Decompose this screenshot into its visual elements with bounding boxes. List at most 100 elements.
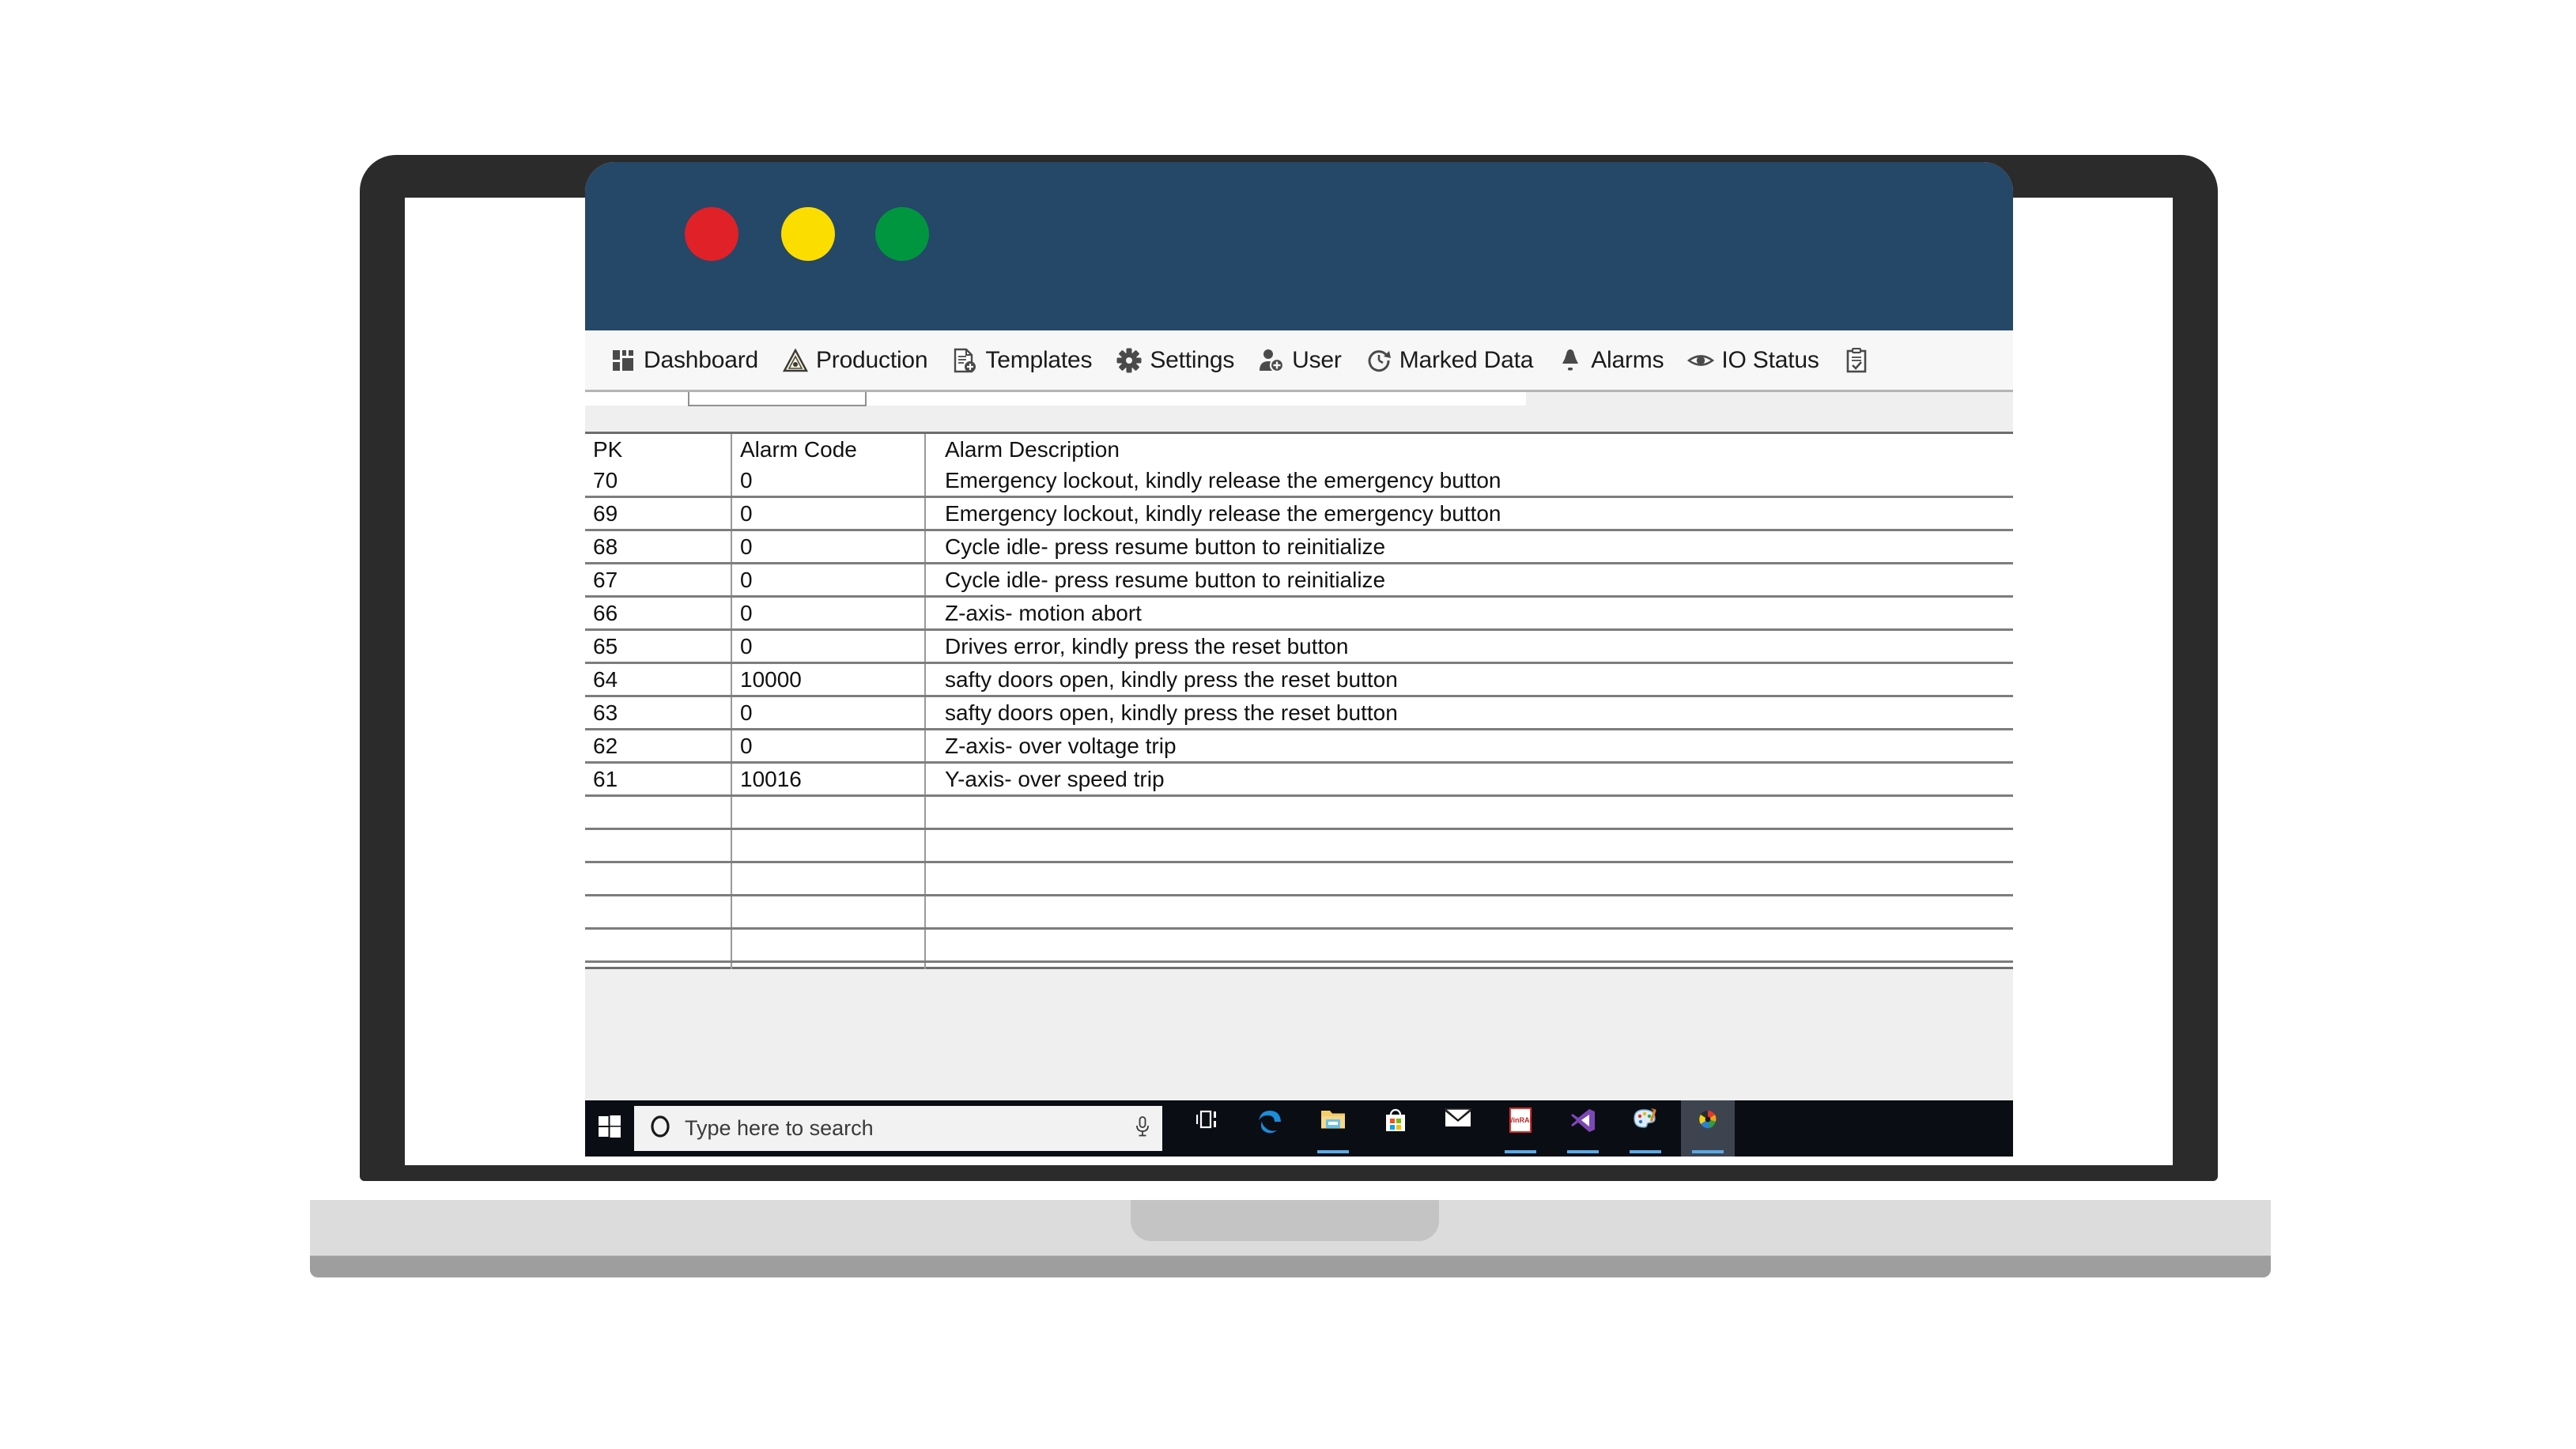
table-row[interactable]: 66 0 Z-axis- motion abort [585, 596, 2013, 631]
cell-empty [925, 895, 2013, 930]
table-row-empty[interactable] [585, 862, 2013, 896]
cell-pk: 67 [585, 563, 732, 598]
table-row[interactable]: 67 0 Cycle idle- press resume button to re… [585, 563, 2013, 598]
cell-code: 0 [731, 729, 926, 764]
cell-empty [731, 795, 926, 830]
cell-empty [585, 928, 732, 963]
cell-desc: Cycle idle- press resume button to reini… [925, 530, 2013, 564]
cell-empty [585, 795, 732, 830]
toolbar-item-label: Settings [1150, 346, 1235, 373]
cell-code: 0 [731, 530, 926, 564]
task-view-icon[interactable] [1185, 1100, 1230, 1157]
marking-software-icon[interactable] [1681, 1100, 1735, 1157]
toolbar-item-templates[interactable]: Templates [939, 330, 1104, 390]
cell-empty [731, 928, 926, 963]
document-add-icon [951, 347, 978, 374]
cell-desc: safty doors open, kindly press the reset… [925, 696, 2013, 730]
clipboard-check-icon [1843, 347, 1870, 374]
toolbar-item-label: User [1292, 346, 1342, 373]
cell-empty [925, 928, 2013, 963]
dashboard-tiles-icon [610, 347, 636, 374]
cell-code: 10000 [731, 662, 926, 697]
cortana-circle-icon [648, 1115, 672, 1142]
toolbar-item-label: IO Status [1721, 346, 1819, 373]
windows-logo-icon [598, 1115, 621, 1142]
cell-code: 10016 [731, 762, 926, 797]
close-button[interactable] [685, 207, 738, 261]
table-row[interactable]: 65 0 Drives error, kindly press the reset … [585, 629, 2013, 664]
footer-panel [585, 969, 2013, 1100]
cell-desc: Y-axis- over speed trip [925, 762, 2013, 797]
paint-icon[interactable] [1622, 1100, 1668, 1157]
window-titlebar [585, 162, 2013, 330]
table-row[interactable]: 69 0 Emergency lockout, kindly release the… [585, 496, 2013, 531]
toolbar-item-dashboard[interactable]: Dashboard [598, 330, 770, 390]
toolbar-item-user[interactable]: User [1246, 330, 1354, 390]
table-row[interactable]: 64 10000 safty doors open, kindly press th… [585, 662, 2013, 697]
cell-code: 0 [731, 496, 926, 531]
toolbar-item-label: Production [815, 346, 928, 373]
cell-desc: safty doors open, kindly press the reset… [925, 662, 2013, 697]
toolbar-item-marked-data[interactable]: Marked Data [1354, 330, 1546, 390]
cell-empty [731, 895, 926, 930]
alarm-table-container[interactable]: PK Alarm Code Alarm Description 70 0 Emergenc… [585, 432, 2013, 1029]
cell-empty [731, 862, 926, 896]
windows-taskbar: Type here to search WinRA [585, 1100, 2013, 1157]
gear-icon [1116, 347, 1143, 374]
toolbar-item-report[interactable] [1831, 330, 1882, 390]
table-row-empty[interactable] [585, 928, 2013, 963]
windows-start-button[interactable] [585, 1100, 634, 1157]
microsoft-edge-icon[interactable] [1248, 1100, 1293, 1157]
mail-icon[interactable] [1435, 1100, 1480, 1157]
taskbar-app-list: WinRAR [1177, 1100, 1739, 1157]
cell-empty [585, 828, 732, 863]
table-row[interactable]: 70 0 Emergency lockout, kindly release the… [585, 465, 2013, 498]
user-add-icon [1258, 347, 1285, 374]
cell-code: 0 [731, 629, 926, 664]
cell-desc: Cycle idle- press resume button to reini… [925, 563, 2013, 598]
cell-code: 0 [731, 563, 926, 598]
search-placeholder-text: Type here to search [685, 1116, 874, 1140]
table-row-empty[interactable] [585, 828, 2013, 863]
table-row-empty[interactable] [585, 895, 2013, 930]
toolbar-item-label: Alarms [1591, 346, 1664, 373]
toolbar-item-alarms[interactable]: Alarms [1545, 330, 1675, 390]
table-row[interactable]: 63 0 safty doors open, kindly press the re… [585, 696, 2013, 730]
winrar-icon[interactable]: WinRAR [1498, 1100, 1543, 1157]
cell-pk: 66 [585, 596, 732, 631]
cell-pk: 65 [585, 629, 732, 664]
cell-pk: 69 [585, 496, 732, 531]
application-window: Dashboard Production Templates Settings … [585, 162, 2013, 1157]
table-row[interactable]: 68 0 Cycle idle- press resume button to re… [585, 530, 2013, 564]
cell-pk: 70 [585, 465, 732, 498]
toolbar-item-label: Templates [985, 346, 1093, 373]
microsoft-store-icon[interactable] [1373, 1100, 1418, 1157]
toolbar-item-label: Marked Data [1399, 346, 1534, 373]
file-explorer-icon[interactable] [1310, 1100, 1355, 1157]
cell-code: 0 [731, 596, 926, 631]
cell-desc: Z-axis- motion abort [925, 596, 2013, 631]
maximize-button[interactable] [875, 207, 929, 261]
search-input[interactable]: Type here to search [634, 1106, 1162, 1151]
alarm-table: PK Alarm Code Alarm Description 70 0 Emergenc… [585, 434, 2013, 1029]
laser-warning-triangle-icon [782, 347, 809, 374]
table-row-empty[interactable] [585, 795, 2013, 830]
toolbar-item-production[interactable]: Production [770, 330, 939, 390]
cell-empty [585, 895, 732, 930]
bell-icon [1557, 347, 1584, 374]
cell-desc: Z-axis- over voltage trip [925, 729, 2013, 764]
minimize-button[interactable] [781, 207, 835, 261]
cell-empty [585, 862, 732, 896]
cell-empty [731, 828, 926, 863]
column-header: Alarm Code [731, 434, 926, 465]
table-row[interactable]: 61 10016 Y-axis- over speed trip [585, 762, 2013, 797]
visual-studio-icon[interactable] [1560, 1100, 1605, 1157]
toolbar-item-io-status[interactable]: IO Status [1675, 330, 1830, 390]
cell-desc: Emergency lockout, kindly release the em… [925, 496, 2013, 531]
eye-icon [1687, 347, 1715, 374]
table-row[interactable]: 62 0 Z-axis- over voltage trip [585, 729, 2013, 764]
laptop-hinge-notch [1131, 1200, 1439, 1241]
microphone-icon[interactable] [1134, 1115, 1151, 1141]
toolbar-item-settings[interactable]: Settings [1104, 330, 1246, 390]
tab-remnant [688, 392, 867, 406]
